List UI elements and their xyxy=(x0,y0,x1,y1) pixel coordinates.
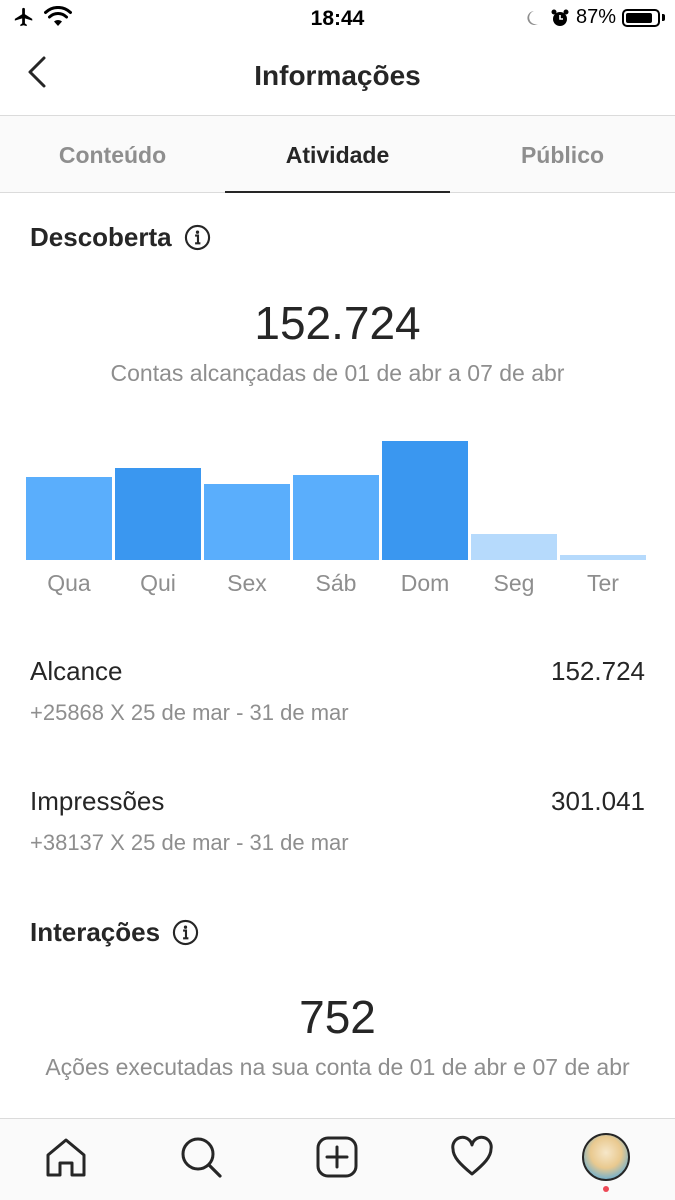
nav-activity[interactable] xyxy=(450,1135,494,1179)
chart-tick-label: Sáb xyxy=(315,570,357,596)
interactions-caption: Ações executadas na sua conta de 01 de a… xyxy=(45,1054,630,1080)
chart-bar-0 xyxy=(26,477,112,560)
activity-heart-icon xyxy=(451,1135,493,1176)
tab-audience[interactable]: Público xyxy=(450,116,675,192)
page-title: Informações xyxy=(254,60,421,91)
impressions-label: Impressões xyxy=(30,786,165,816)
interactions-total: 752 xyxy=(299,991,376,1043)
nav-search[interactable] xyxy=(179,1135,223,1179)
moon-icon xyxy=(527,10,538,25)
chart-bar-6 xyxy=(560,555,646,560)
reach-value: 152.724 xyxy=(551,656,645,686)
add-post-icon xyxy=(316,1136,358,1178)
chart-bar-1 xyxy=(115,468,201,560)
chart-bars-area xyxy=(26,430,650,560)
discovery-title: Descoberta xyxy=(30,222,172,252)
info-icon[interactable] xyxy=(184,224,211,251)
tab-bar: Conteúdo Atividade Público xyxy=(0,115,675,193)
nav-home[interactable] xyxy=(44,1135,88,1179)
back-button[interactable] xyxy=(18,54,58,94)
search-icon xyxy=(181,1137,222,1178)
tab-content[interactable]: Conteúdo xyxy=(0,116,225,192)
chart-tick-label: Qua xyxy=(47,570,91,596)
reach-caption: Contas alcançadas de 01 de abr a 07 de a… xyxy=(110,360,565,386)
home-icon xyxy=(46,1138,86,1177)
battery-level xyxy=(626,12,652,23)
tab-activity[interactable]: Atividade xyxy=(225,116,450,193)
battery-percent: 87% xyxy=(575,6,616,28)
impressions-value: 301.041 xyxy=(551,786,645,816)
status-bar: 18:44 87% xyxy=(0,0,675,40)
chart-tick-label: Ter xyxy=(587,570,619,596)
interactions-title: Interações xyxy=(30,917,161,947)
chart-tick-label: Qui xyxy=(140,570,176,596)
impressions-comparison: +38137 X 25 de mar - 31 de mar xyxy=(30,830,349,855)
chart-tick-label: Sex xyxy=(227,570,267,596)
battery-tip xyxy=(662,14,665,21)
chart-tick-label: Dom xyxy=(400,570,450,596)
nav-add-post[interactable] xyxy=(315,1135,359,1179)
info-icon[interactable] xyxy=(172,919,199,946)
reach-label: Alcance xyxy=(30,656,123,686)
interactions-section-title: Interações xyxy=(30,917,199,948)
status-right: 87% xyxy=(526,6,665,29)
reach-total: 152.724 xyxy=(254,297,421,349)
chart-bar-3 xyxy=(293,475,379,560)
notification-dot xyxy=(603,1186,609,1192)
chevron-left-icon xyxy=(28,56,46,88)
reach-bar-chart: Qua Qui Sex Sáb Dom Seg Ter xyxy=(26,430,650,610)
alarm-icon xyxy=(551,9,569,26)
profile-avatar xyxy=(582,1133,630,1181)
nav-profile[interactable] xyxy=(582,1133,630,1181)
chart-tick-label: Seg xyxy=(493,570,535,596)
reach-comparison: +25868 X 25 de mar - 31 de mar xyxy=(30,700,349,725)
chart-bar-5 xyxy=(471,534,557,560)
chart-bar-4 xyxy=(382,441,468,560)
discovery-section-title: Descoberta xyxy=(30,222,211,253)
chart-bar-2 xyxy=(204,484,290,560)
bottom-nav xyxy=(0,1118,675,1200)
nav-header: Informações xyxy=(0,40,675,115)
battery-icon xyxy=(622,8,660,27)
